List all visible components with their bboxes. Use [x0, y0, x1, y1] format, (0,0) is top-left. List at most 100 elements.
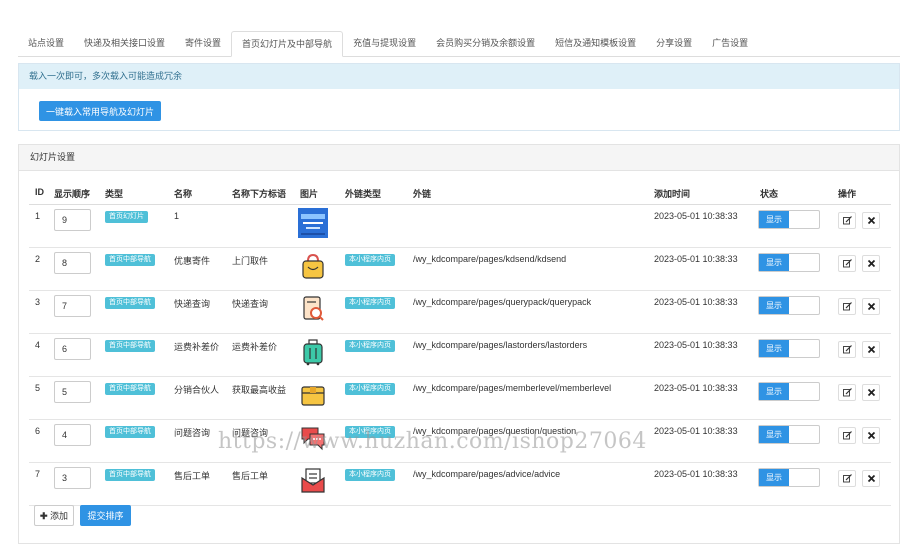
delete-button[interactable]	[862, 470, 880, 487]
status-on-label: 显示	[759, 426, 789, 443]
header-link-type: 外链类型	[345, 189, 382, 199]
type-badge: 首页中部导航	[105, 469, 155, 481]
panel-title: 幻灯片设置	[19, 145, 899, 171]
display-order-input[interactable]	[54, 424, 91, 446]
chat-bubbles-icon	[298, 423, 328, 453]
status-toggle[interactable]: 显示	[758, 382, 820, 401]
header-status: 状态	[760, 189, 779, 199]
row-added-time: 2023-05-01 10:38:33	[654, 383, 738, 393]
display-order-input[interactable]	[54, 467, 91, 489]
tab-1[interactable]: 快递及相关接口设置	[74, 31, 175, 56]
edit-button[interactable]	[838, 298, 856, 315]
row-link: /wy_kdcompare/pages/advice/advice	[413, 469, 561, 479]
display-order-input[interactable]	[54, 252, 91, 274]
row-link: /wy_kdcompare/pages/memberlevel/memberle…	[413, 383, 612, 393]
banner-thumbnail-icon	[298, 208, 328, 238]
edit-button[interactable]	[838, 470, 856, 487]
row-added-time: 2023-05-01 10:38:33	[654, 469, 738, 479]
add-slide-button[interactable]: ✚ 添加	[34, 505, 74, 526]
tab-3[interactable]: 首页幻灯片及中部导航	[231, 31, 344, 57]
display-order-input[interactable]	[54, 381, 91, 403]
edit-button[interactable]	[838, 427, 856, 444]
load-defaults-button[interactable]: 一键载入常用导航及幻灯片	[39, 101, 161, 121]
status-toggle[interactable]: 显示	[758, 425, 820, 444]
row-id: 6	[35, 426, 41, 436]
display-order-input[interactable]	[54, 295, 91, 317]
status-on-label: 显示	[759, 254, 789, 271]
header-name: 名称	[174, 189, 193, 199]
link-type-badge: 本小程序内页	[345, 254, 395, 266]
row-link: /wy_kdcompare/pages/question/question	[413, 426, 577, 436]
tab-6[interactable]: 短信及通知模板设置	[545, 31, 646, 56]
status-toggle[interactable]: 显示	[758, 210, 820, 229]
display-order-input[interactable]	[54, 209, 91, 231]
search-document-icon	[298, 294, 328, 324]
row-name: 运费补差价	[174, 342, 220, 352]
header-id: ID	[35, 187, 44, 197]
edit-button[interactable]	[838, 212, 856, 229]
row-name: 快递查询	[174, 299, 211, 309]
row-link: /wy_kdcompare/pages/lastorders/lastorder…	[413, 340, 588, 350]
edit-button[interactable]	[838, 341, 856, 358]
status-toggle[interactable]: 显示	[758, 253, 820, 272]
type-badge: 首页中部导航	[105, 340, 155, 352]
row-name: 优惠寄件	[174, 256, 211, 266]
header-subtitle: 名称下方标语	[232, 189, 287, 199]
type-badge: 首页幻灯片	[105, 211, 148, 223]
table-row: 7 首页中部导航 售后工单 售后工单 本小程序内页/wy_kdcompare/pages…	[29, 463, 891, 506]
table-row: 2 首页中部导航 优惠寄件 上门取件 本小程序内页/wy_kdcompare/pages…	[29, 248, 891, 291]
row-name: 售后工单	[174, 471, 211, 481]
delete-button[interactable]	[862, 298, 880, 315]
header-image: 图片	[300, 189, 319, 199]
row-added-time: 2023-05-01 10:38:33	[654, 254, 738, 264]
edit-button[interactable]	[838, 384, 856, 401]
row-added-time: 2023-05-01 10:38:33	[654, 297, 738, 307]
tab-0[interactable]: 站点设置	[18, 31, 74, 56]
row-subtitle: 上门取件	[232, 256, 269, 266]
row-id: 4	[35, 340, 41, 350]
type-badge: 首页中部导航	[105, 254, 155, 266]
envelope-icon	[298, 466, 328, 496]
tab-8[interactable]: 广告设置	[702, 31, 758, 56]
row-subtitle: 问题咨询	[232, 428, 269, 438]
status-on-label: 显示	[759, 211, 789, 228]
header-type: 类型	[105, 189, 124, 199]
row-id: 2	[35, 254, 41, 264]
header-actions: 操作	[838, 189, 857, 199]
tab-5[interactable]: 会员购买分销及余额设置	[426, 31, 545, 56]
row-id: 7	[35, 469, 41, 479]
submit-order-button[interactable]: 提交排序	[80, 505, 131, 526]
tab-2[interactable]: 寄件设置	[175, 31, 231, 56]
slides-table: ID 显示顺序 类型 名称 名称下方标语 图片 外链类型 外链 添加时间 状态 …	[29, 182, 891, 506]
row-id: 3	[35, 297, 41, 307]
delete-button[interactable]	[862, 341, 880, 358]
delete-button[interactable]	[862, 427, 880, 444]
status-toggle[interactable]: 显示	[758, 468, 820, 487]
row-subtitle: 快递查询	[232, 299, 269, 309]
edit-button[interactable]	[838, 255, 856, 272]
delete-button[interactable]	[862, 212, 880, 229]
status-toggle[interactable]: 显示	[758, 339, 820, 358]
settings-tabs: 站点设置 快递及相关接口设置 寄件设置 首页幻灯片及中部导航 充值与提现设置 会员购买分销…	[18, 31, 900, 57]
status-on-label: 显示	[759, 469, 789, 486]
slideshow-settings-panel: 幻灯片设置 ID 显示顺序 类型 名称 名称下方标语 图片 外链类型 外链 添加…	[18, 144, 900, 544]
row-link: /wy_kdcompare/pages/kdsend/kdsend	[413, 254, 567, 264]
tab-7[interactable]: 分享设置	[646, 31, 702, 56]
table-header: ID 显示顺序 类型 名称 名称下方标语 图片 外链类型 外链 添加时间 状态 …	[29, 182, 891, 205]
parcel-box-icon	[298, 380, 328, 410]
status-toggle[interactable]: 显示	[758, 296, 820, 315]
link-type-badge: 本小程序内页	[345, 297, 395, 309]
row-name: 1	[174, 211, 180, 221]
row-added-time: 2023-05-01 10:38:33	[654, 211, 738, 221]
link-type-badge: 本小程序内页	[345, 469, 395, 481]
tab-4[interactable]: 充值与提现设置	[343, 31, 426, 56]
delete-button[interactable]	[862, 384, 880, 401]
display-order-input[interactable]	[54, 338, 91, 360]
type-badge: 首页中部导航	[105, 426, 155, 438]
delete-button[interactable]	[862, 255, 880, 272]
load-notice-panel: 载入一次即可，多次载入可能造成冗余 一键载入常用导航及幻灯片	[18, 63, 900, 131]
link-type-badge: 本小程序内页	[345, 426, 395, 438]
row-subtitle: 获取最高收益	[232, 385, 287, 395]
type-badge: 首页中部导航	[105, 297, 155, 309]
luggage-icon	[298, 337, 328, 367]
